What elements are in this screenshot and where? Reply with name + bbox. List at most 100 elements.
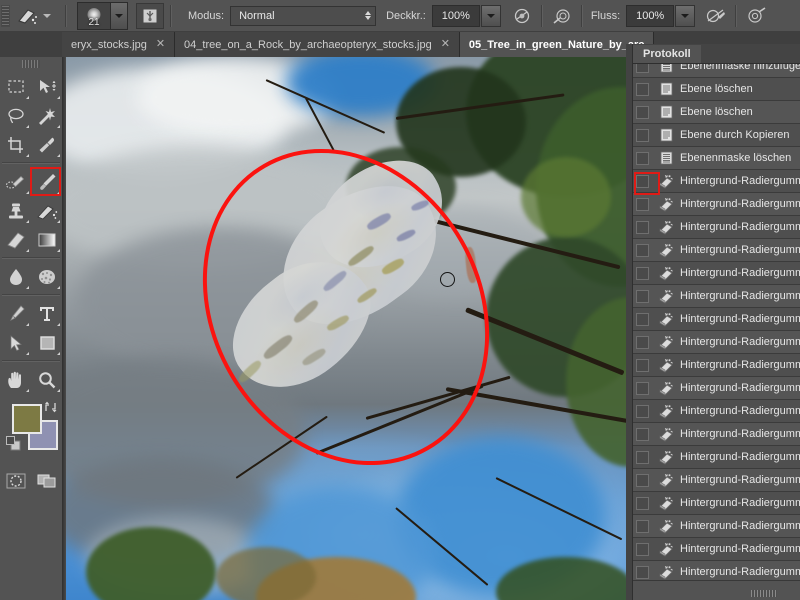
history-snapshot-checkbox[interactable] (636, 289, 649, 303)
tool-brush[interactable] (31, 167, 62, 196)
screen-mode-button[interactable] (31, 468, 62, 494)
history-state-row[interactable]: Hintergrund-Radiergummi (633, 285, 800, 308)
history-snapshot-checkbox[interactable] (636, 243, 649, 257)
history-state-row[interactable]: Ebenenmaske hinzufügen (633, 64, 800, 78)
history-snapshot-checkbox[interactable] (636, 151, 649, 165)
history-snapshot-checkbox[interactable] (636, 542, 649, 556)
tool-pen[interactable] (0, 299, 31, 328)
tool-dodge[interactable] (31, 262, 62, 291)
mode-select[interactable]: Normal (230, 5, 377, 26)
history-snapshot-checkbox[interactable] (636, 381, 649, 395)
close-icon[interactable]: ✕ (441, 39, 450, 50)
brush-preset-picker[interactable]: 21 (77, 1, 128, 30)
history-state-row[interactable]: Hintergrund-Radiergummi (633, 446, 800, 469)
document-canvas[interactable] (62, 57, 632, 600)
tool-preset-chevron-down-icon[interactable] (43, 13, 51, 18)
history-state-row[interactable]: Ebene löschen (633, 78, 800, 101)
brush-panel-toggle-button[interactable] (136, 2, 164, 29)
default-colors-icon[interactable] (6, 436, 21, 451)
document-image[interactable] (66, 57, 632, 600)
tool-gradient[interactable] (31, 225, 62, 254)
history-state-row[interactable]: Hintergrund-Radiergummi (633, 423, 800, 446)
tool-blur[interactable] (0, 262, 31, 291)
tablet-size-button[interactable] (703, 4, 729, 28)
history-snapshot-checkbox[interactable] (636, 496, 649, 510)
tool-eraser[interactable] (0, 225, 31, 254)
toolbox-grip[interactable] (22, 60, 40, 68)
swap-colors-icon[interactable] (44, 400, 58, 417)
history-list[interactable]: Ebenenmaske hinzufügen Ebene löschen Ebe… (633, 64, 800, 581)
history-state-row[interactable]: Hintergrund-Radiergummi (633, 561, 800, 581)
quick-mask-button[interactable] (0, 468, 31, 494)
tool-shape[interactable] (31, 328, 62, 357)
photoshop-window: 21 Modus: Normal Deckkr.: 100% Fluss: 10… (0, 0, 800, 600)
history-snapshot-checkbox[interactable] (636, 473, 649, 487)
flow-input[interactable]: 100% (626, 4, 675, 27)
tablet-opacity-button[interactable] (509, 4, 535, 28)
history-snapshot-checkbox[interactable] (636, 519, 649, 533)
opacity-input[interactable]: 100% (431, 4, 480, 27)
history-snapshot-checkbox[interactable] (636, 266, 649, 280)
history-state-row[interactable]: Hintergrund-Radiergummi (633, 538, 800, 561)
history-state-row[interactable]: Ebenenmaske löschen (633, 147, 800, 170)
tool-spot-healing-brush[interactable] (0, 167, 31, 196)
airbrush-toggle-button[interactable] (549, 4, 575, 28)
history-state-row[interactable]: Hintergrund-Radiergummi (633, 469, 800, 492)
tool-move[interactable] (31, 72, 62, 101)
tool-crop[interactable] (0, 130, 31, 159)
flow-chevron-down-icon[interactable] (675, 4, 696, 27)
foreground-color-swatch[interactable] (12, 404, 42, 434)
tool-hand[interactable] (0, 365, 31, 394)
options-bar-grip[interactable] (1, 4, 10, 27)
history-snapshot-checkbox[interactable] (636, 358, 649, 372)
current-tool-preview[interactable] (13, 4, 41, 28)
history-snapshot-checkbox[interactable] (636, 450, 649, 464)
history-state-row[interactable]: Hintergrund-Radiergummi (633, 492, 800, 515)
history-snapshot-checkbox[interactable] (636, 335, 649, 349)
history-state-row[interactable]: Hintergrund-Radiergummi (633, 216, 800, 239)
history-state-row[interactable]: Hintergrund-Radiergummi (633, 331, 800, 354)
tool-zoom[interactable] (31, 365, 62, 394)
tool-clone-stamp[interactable] (0, 196, 31, 225)
history-snapshot-checkbox[interactable] (636, 174, 649, 188)
tool-magic-wand[interactable] (31, 101, 62, 130)
background-eraser-icon (655, 241, 677, 259)
history-snapshot-checkbox[interactable] (636, 82, 649, 96)
hand-icon (7, 371, 21, 388)
tool-path-selection[interactable] (0, 328, 31, 357)
history-state-row[interactable]: Hintergrund-Radiergummi (633, 170, 800, 193)
history-snapshot-checkbox[interactable] (636, 427, 649, 441)
tool-type[interactable] (31, 299, 62, 328)
history-snapshot-checkbox[interactable] (636, 105, 649, 119)
history-state-row[interactable]: Hintergrund-Radiergummi (633, 262, 800, 285)
tool-corner-icon (26, 389, 29, 392)
history-snapshot-checkbox[interactable] (636, 220, 649, 234)
panel-resize-grip[interactable] (751, 590, 777, 597)
history-snapshot-checkbox[interactable] (636, 128, 649, 142)
tab-protokoll[interactable]: Protokoll (633, 45, 701, 63)
history-snapshot-checkbox[interactable] (636, 565, 649, 579)
history-state-row[interactable]: Hintergrund-Radiergummi (633, 308, 800, 331)
document-tab-1[interactable]: eryx_stocks.jpg ✕ (62, 32, 176, 57)
close-icon[interactable]: ✕ (156, 39, 165, 50)
opacity-chevron-down-icon[interactable] (480, 4, 501, 27)
tool-extra-button[interactable] (743, 4, 769, 28)
history-state-row[interactable]: Hintergrund-Radiergummi (633, 354, 800, 377)
history-state-row[interactable]: Ebene löschen (633, 101, 800, 124)
history-state-row[interactable]: Ebene durch Kopieren (633, 124, 800, 147)
history-snapshot-checkbox[interactable] (636, 404, 649, 418)
history-state-row[interactable]: Hintergrund-Radiergummi (633, 515, 800, 538)
history-state-row[interactable]: Hintergrund-Radiergummi (633, 400, 800, 423)
history-snapshot-checkbox[interactable] (636, 64, 649, 73)
history-snapshot-checkbox[interactable] (636, 197, 649, 211)
history-snapshot-checkbox[interactable] (636, 312, 649, 326)
tool-history-brush[interactable] (31, 196, 62, 225)
history-state-row[interactable]: Hintergrund-Radiergummi (633, 239, 800, 262)
history-state-row[interactable]: Hintergrund-Radiergummi (633, 377, 800, 400)
tool-lasso[interactable] (0, 101, 31, 130)
tool-eyedropper[interactable] (31, 130, 62, 159)
document-tab-2[interactable]: 04_tree_on_a_Rock_by_archaeopteryx_stock… (175, 32, 460, 57)
history-state-row[interactable]: Hintergrund-Radiergummi (633, 193, 800, 216)
tool-rectangular-marquee[interactable] (0, 72, 31, 101)
brush-picker-chevron-down-icon[interactable] (110, 2, 127, 29)
